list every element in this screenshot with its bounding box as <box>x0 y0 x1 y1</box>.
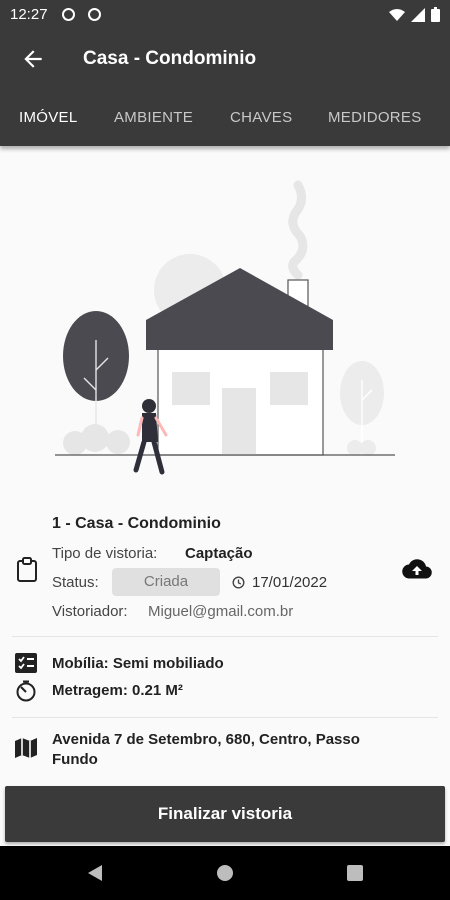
house-illustration <box>55 180 395 475</box>
address-line-2: Fundo <box>52 751 98 768</box>
battery-icon <box>431 7 440 22</box>
notification-icon <box>62 8 75 21</box>
finish-inspection-button[interactable]: Finalizar vistoria <box>5 786 445 842</box>
divider <box>12 636 438 637</box>
furniture-info: Mobília: Semi mobiliado <box>52 655 224 672</box>
nav-home-icon[interactable] <box>216 864 234 882</box>
navigation-bar <box>0 846 450 900</box>
app-bar: Casa - Condominio <box>0 30 450 90</box>
inspector-label: Vistoriador: <box>52 603 128 620</box>
tab-chaves[interactable]: CHAVES <box>230 109 292 126</box>
clipboard-icon <box>17 557 37 582</box>
timer-icon <box>16 680 36 702</box>
clock-icon <box>232 576 245 589</box>
size-info: Metragem: 0.21 M² <box>52 682 183 699</box>
tab-ambiente[interactable]: AMBIENTE <box>114 109 193 126</box>
map-icon <box>15 738 37 758</box>
page-title: Casa - Condominio <box>83 48 257 69</box>
checklist-icon <box>15 653 37 673</box>
nav-recents-icon[interactable] <box>346 864 364 882</box>
back-arrow-icon[interactable] <box>20 46 46 72</box>
inspection-date: 17/01/2022 <box>252 574 328 591</box>
notification-icon-2 <box>88 8 101 21</box>
nav-back-icon[interactable] <box>86 864 104 882</box>
status-bar: 12:27 <box>0 0 450 30</box>
address-line-1: Avenida 7 de Setembro, 680, Centro, Pass… <box>52 731 360 748</box>
tab-medidores[interactable]: MEDIDORES <box>328 109 422 126</box>
tab-bar: IMÓVEL AMBIENTE CHAVES MEDIDORES <box>0 90 450 146</box>
status-time: 12:27 <box>10 6 48 23</box>
tab-imovel[interactable]: IMÓVEL <box>19 109 77 126</box>
status-badge: Criada <box>112 568 220 596</box>
inspection-type-label: Tipo de vistoria: <box>52 545 158 562</box>
status-icons <box>389 7 440 22</box>
status-label: Status: <box>52 574 99 591</box>
signal-icon <box>411 7 425 22</box>
divider-2 <box>12 717 438 718</box>
inspection-type-value: Captação <box>185 545 253 562</box>
cloud-upload-icon[interactable] <box>402 558 432 580</box>
wifi-icon <box>389 8 405 21</box>
inspector-value: Miguel@gmail.com.br <box>148 603 294 620</box>
property-title: 1 - Casa - Condominio <box>52 515 221 532</box>
